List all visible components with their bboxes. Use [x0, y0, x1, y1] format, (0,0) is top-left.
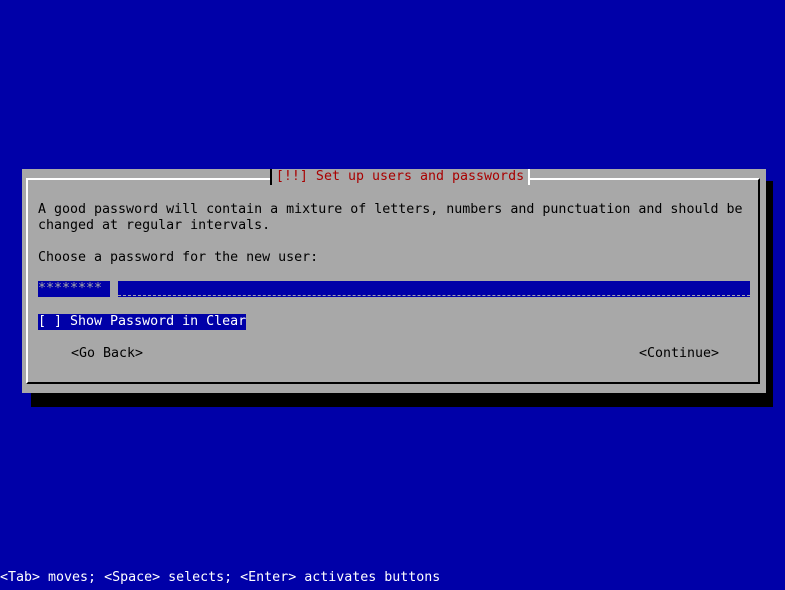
text-cursor — [110, 281, 118, 297]
continue-button[interactable]: <Continue> — [639, 346, 719, 362]
go-back-button[interactable]: <Go Back> — [71, 346, 143, 362]
dialog-title: [!!] Set up users and passwords — [269, 169, 531, 185]
status-bar-help: <Tab> moves; <Space> selects; <Enter> ac… — [0, 570, 441, 585]
password-input[interactable]: ******** — [38, 281, 750, 297]
dialog-title-bar: [!!] Set up users and passwords — [22, 169, 766, 185]
password-prompt: Choose a password for the new user: — [38, 250, 319, 265]
password-value: ******** — [38, 281, 103, 297]
show-password-checkbox[interactable]: [ ] Show Password in Clear — [38, 314, 247, 330]
input-underline — [118, 295, 750, 296]
dialog-description: A good password will contain a mixture o… — [38, 202, 743, 233]
